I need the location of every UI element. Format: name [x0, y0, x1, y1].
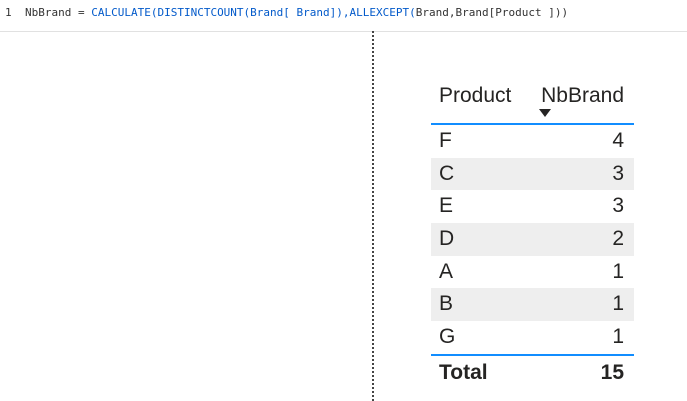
sort-descending-icon[interactable]: [539, 109, 551, 117]
total-row: Total 15: [431, 356, 634, 390]
total-label: Total: [439, 360, 488, 384]
table-row[interactable]: F 4: [431, 125, 634, 158]
table-visual[interactable]: Product NbBrand F 4 C 3 E 3 D 2 A 1 B 1 …: [431, 80, 634, 390]
table-row[interactable]: D 2: [431, 223, 634, 256]
cell-product: F: [439, 129, 452, 152]
formula-calculate: CALCULATE(DISTINCTCOUNT(Brand[ Brand]),: [91, 6, 350, 19]
formula-allexcept: ALLEXCEPT(: [349, 6, 416, 19]
cell-nbbrand: 4: [612, 129, 624, 152]
table-header: Product NbBrand: [431, 80, 634, 123]
formula-bar[interactable]: 1 NbBrand = CALCULATE(DISTINCTCOUNT(Bran…: [0, 0, 687, 32]
cell-nbbrand: 2: [612, 227, 624, 251]
cell-product: D: [439, 227, 455, 251]
cell-nbbrand: 1: [612, 259, 624, 283]
table-row[interactable]: C 3: [431, 157, 634, 191]
line-number: 1: [5, 6, 12, 19]
table-row[interactable]: B 1: [431, 288, 634, 322]
cell-product: G: [439, 325, 456, 349]
formula-args: Brand,Brand[Product ])): [415, 6, 569, 19]
table-row[interactable]: A 1: [431, 256, 634, 289]
column-header-nbbrand[interactable]: NbBrand: [541, 84, 624, 108]
cell-nbbrand: 1: [612, 325, 624, 349]
cell-product: C: [439, 161, 455, 185]
cell-nbbrand: 1: [612, 292, 624, 316]
cell-nbbrand: 3: [612, 161, 624, 185]
column-header-product[interactable]: Product: [439, 84, 511, 108]
total-value: 15: [600, 360, 624, 384]
cell-product: E: [439, 194, 454, 218]
measure-name: NbBrand =: [25, 6, 85, 19]
cell-nbbrand: 3: [612, 194, 624, 218]
canvas-divider: [372, 31, 374, 401]
cell-product: B: [439, 292, 454, 316]
table-row[interactable]: G 1: [431, 321, 634, 354]
formula-text[interactable]: NbBrand = CALCULATE(DISTINCTCOUNT(Brand[…: [25, 0, 568, 26]
table-row[interactable]: E 3: [431, 190, 634, 223]
cell-product: A: [439, 259, 454, 283]
